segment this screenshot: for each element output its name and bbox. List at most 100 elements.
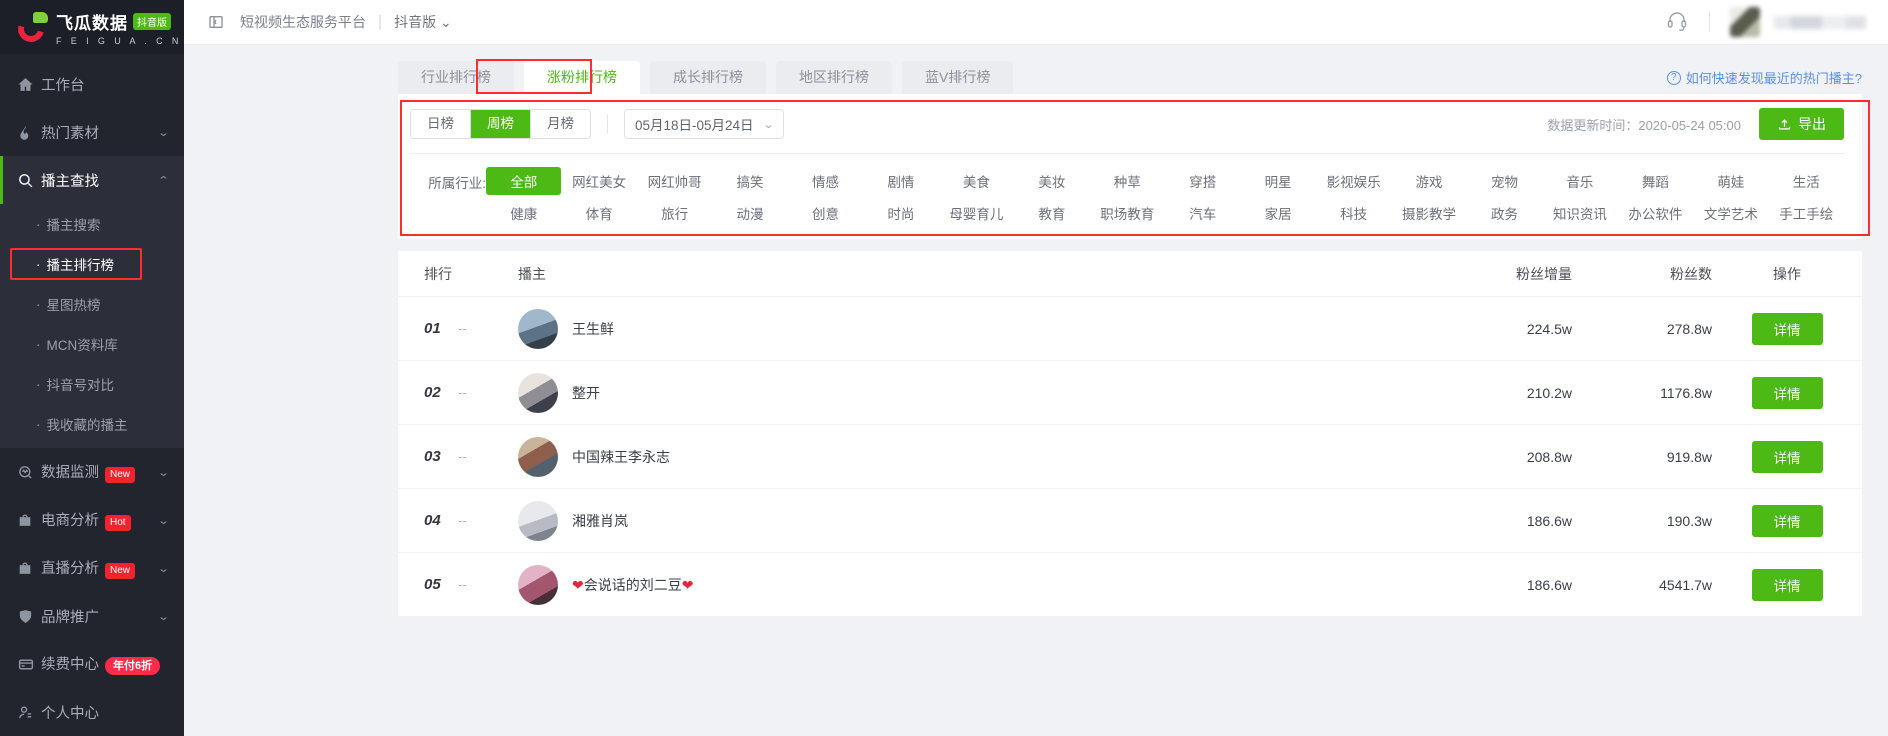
industry-chip[interactable]: 剧情 [863,167,938,195]
table-row: 05 -- ❤会说话的刘二豆❤ 186.6w 4541.7w 详情 [398,553,1862,617]
logo[interactable]: 飞瓜数据 抖音版 F E I G U A . C N [0,0,184,54]
industry-chip[interactable]: 政务 [1467,199,1542,227]
author-cell[interactable]: 中国辣王李永志 [518,436,1422,477]
upload-icon [1777,117,1792,132]
industry-chip[interactable]: 手工手绘 [1769,199,1844,227]
sidebar-item-renewal-center[interactable]: 续费中心 年付6折 [0,640,184,688]
industry-chip-all[interactable]: 全部 [486,167,562,195]
chevron-up-icon: ⌃ [157,174,170,187]
period-daily-button[interactable]: 日榜 [411,110,471,138]
sidebar-item-label: 电商分析 Hot [41,509,159,531]
industry-chip[interactable]: 摄影教学 [1391,199,1466,227]
industry-chip[interactable]: 种草 [1090,167,1165,195]
industry-chip[interactable]: 办公软件 [1618,199,1693,227]
sidebar-item-label: 热门素材 [41,125,99,142]
collapse-menu-icon[interactable] [208,14,224,30]
export-button[interactable]: 导出 [1759,108,1844,140]
industry-chip[interactable]: 汽车 [1165,199,1240,227]
sidebar-item-author-search[interactable]: 播主查找 ⌃ [0,156,184,204]
industry-chip[interactable]: 知识资讯 [1542,199,1617,227]
industry-chip[interactable]: 母婴育儿 [939,199,1014,227]
tab-fans-growth-ranking[interactable]: 涨粉排行榜 [524,61,640,94]
rank-delta: -- [458,320,467,336]
industry-chip[interactable]: 创意 [788,199,863,227]
industry-chip[interactable]: 体育 [561,199,636,227]
column-header-action: 操作 [1773,265,1801,282]
tab-bar: 行业排行榜 涨粉排行榜 成长排行榜 地区排行榜 蓝V排行榜 ? 如何快速发现最近… [184,45,1888,94]
home-icon [17,76,41,93]
industry-chip[interactable]: 教育 [1014,199,1089,227]
industry-chip[interactable]: 网红美女 [561,167,636,195]
sidebar-item-hot-material[interactable]: 热门素材 ⌄ [0,108,184,156]
sidebar-subitem-label: 我收藏的播主 [46,418,128,433]
industry-chip[interactable]: 科技 [1316,199,1391,227]
date-range-picker[interactable]: 05月18日-05月24日 ⌄ [624,109,784,139]
sidebar-item-brand-promotion[interactable]: 品牌推广 ⌄ [0,592,184,640]
tab-region-ranking[interactable]: 地区排行榜 [776,61,892,94]
industry-chip[interactable]: 时尚 [863,199,938,227]
industry-chip[interactable]: 健康 [486,199,561,227]
industry-chip[interactable]: 美妆 [1014,167,1089,195]
avatar[interactable] [1730,7,1760,37]
industry-chip[interactable]: 美食 [939,167,1014,195]
industry-chip[interactable]: 旅行 [637,199,712,227]
sidebar-item-data-monitor[interactable]: 数据监测 New ⌄ [0,448,184,496]
sidebar-item-douyin-compare[interactable]: · 抖音号对比 [0,364,184,404]
industry-chip[interactable]: 游戏 [1391,167,1466,195]
sidebar-item-author-search-sub[interactable]: · 播主搜索 [0,204,184,244]
tab-growth-ranking[interactable]: 成长排行榜 [650,61,766,94]
industry-chip[interactable]: 搞笑 [712,167,787,195]
industry-chip[interactable]: 音乐 [1542,167,1617,195]
author-cell[interactable]: ❤会说话的刘二豆❤ [518,564,1422,605]
period-monthly-button[interactable]: 月榜 [531,110,590,138]
industry-chip[interactable]: 穿搭 [1165,167,1240,195]
tab-industry-ranking[interactable]: 行业排行榜 [398,61,514,94]
industry-chip[interactable]: 动漫 [712,199,787,227]
rank-delta: -- [458,384,467,400]
platform-selector[interactable]: 抖音版 ⌄ [394,12,452,32]
action-cell: 详情 [1712,376,1862,409]
industry-chip[interactable]: 网红帅哥 [637,167,712,195]
chevron-down-icon: ⌄ [157,126,170,139]
top-bar-right [1665,7,1888,37]
period-segmented-control: 日榜 周榜 月榜 [410,109,591,139]
author-cell[interactable]: 王生鲜 [518,308,1422,349]
sidebar-item-mcn-library[interactable]: · MCN资料库 [0,324,184,364]
period-weekly-button[interactable]: 周榜 [471,110,531,138]
sidebar-item-ecommerce[interactable]: 电商分析 Hot ⌄ [0,496,184,544]
help-link[interactable]: ? 如何快速发现最近的热门播主? [1666,68,1862,87]
detail-button[interactable]: 详情 [1751,376,1823,409]
fans-increase: 210.2w [1526,384,1572,401]
industry-chip[interactable]: 家居 [1240,199,1315,227]
headset-icon[interactable] [1665,8,1689,37]
industry-chip[interactable]: 宠物 [1467,167,1542,195]
platform-selector-label: 抖音版 [394,14,437,30]
sidebar-item-xingtu-hot[interactable]: · 星图热榜 [0,284,184,324]
industry-chip[interactable]: 文学艺术 [1693,199,1768,227]
industry-chip[interactable]: 情感 [788,167,863,195]
detail-button[interactable]: 详情 [1751,568,1823,601]
detail-button[interactable]: 详情 [1751,312,1823,345]
sidebar-item-user-center[interactable]: 个人中心 [0,688,184,736]
question-circle-icon: ? [1666,70,1681,85]
fans-count: 190.3w [1666,512,1712,529]
username[interactable] [1774,15,1866,29]
sidebar-item-live-analysis[interactable]: 直播分析 New ⌄ [0,544,184,592]
author-cell[interactable]: 湘雅肖岚 [518,500,1422,541]
industry-chip[interactable]: 明星 [1240,167,1315,195]
sidebar-item-favorites[interactable]: · 我收藏的播主 [0,404,184,444]
search-icon [17,172,41,189]
author-cell[interactable]: 整开 [518,372,1422,413]
detail-button[interactable]: 详情 [1751,504,1823,537]
sidebar-item-author-ranking[interactable]: · 播主排行榜 [0,244,184,284]
tab-bluev-ranking[interactable]: 蓝V排行榜 [902,61,1014,94]
rank-number: 01 [424,319,441,337]
industry-chip[interactable]: 舞蹈 [1618,167,1693,195]
industry-chip[interactable]: 生活 [1769,167,1844,195]
table-row: 04 -- 湘雅肖岚 186.6w 190.3w 详情 [398,489,1862,553]
industry-chip[interactable]: 萌娃 [1693,167,1768,195]
detail-button[interactable]: 详情 [1751,440,1823,473]
industry-chip[interactable]: 职场教育 [1090,199,1165,227]
industry-chip[interactable]: 影视娱乐 [1316,167,1391,195]
sidebar-item-workbench[interactable]: 工作台 [0,60,184,108]
